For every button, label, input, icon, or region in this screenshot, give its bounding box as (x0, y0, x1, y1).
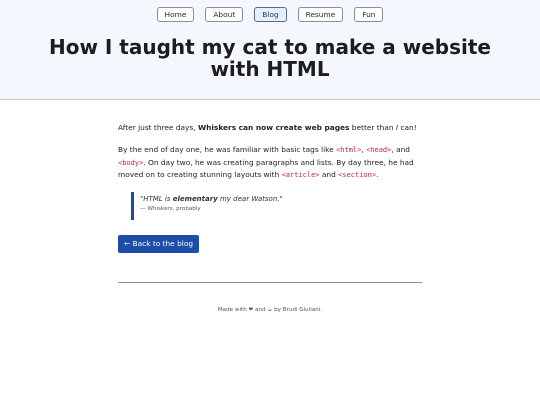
nav-blog-link[interactable]: Blog (254, 7, 287, 22)
article-paragraph-details: By the end of day one, he was familiar w… (118, 144, 422, 182)
code-article-tag: <article> (281, 171, 320, 179)
blockquote: "HTML is elementary my dear Watson." — W… (131, 192, 283, 220)
intro-bold-text: Whiskers can now create web pages (197, 123, 350, 132)
nav-about-link[interactable]: About (205, 7, 244, 22)
nav-fun-link[interactable]: Fun (354, 7, 384, 22)
code-html-tag: <html> (336, 146, 362, 154)
code-section-tag: <section> (338, 171, 377, 179)
quote-bold-word: elementary (172, 195, 218, 203)
details-text: and (319, 170, 339, 179)
footer-divider (118, 282, 422, 283)
details-text: By the end of day one, he was familiar w… (118, 145, 337, 154)
code-body-tag: <body> (118, 158, 144, 167)
quote-citation: — Whiskers, probably (140, 206, 201, 212)
quote-text-start: "HTML is (140, 195, 173, 203)
details-text: . (376, 170, 379, 179)
article-paragraph-intro: After just three days, Whiskers can now … (118, 122, 422, 135)
page-header: Home About Blog Resume Fun How I taught … (0, 0, 540, 100)
page-footer: Made with ❤ and ☕ by Brudi Giuliani. (217, 307, 323, 313)
intro-text-mid: better than (349, 123, 396, 132)
details-text: , and (391, 145, 410, 154)
quote-text-end: my dear Watson." (217, 195, 283, 203)
nav-resume-link[interactable]: Resume (297, 7, 344, 22)
intro-text-end: can! (398, 123, 417, 132)
page-title: How I taught my cat to make a website wi… (48, 35, 491, 81)
code-head-tag: <head> (366, 146, 392, 154)
back-to-blog-button[interactable]: ← Back to the blog (118, 235, 200, 253)
main-nav: Home About Blog Resume Fun (0, 7, 540, 22)
quote-text: "HTML is elementary my dear Watson." (140, 194, 283, 205)
intro-text-start: After just three days, (118, 123, 198, 132)
nav-home-link[interactable]: Home (156, 7, 195, 22)
